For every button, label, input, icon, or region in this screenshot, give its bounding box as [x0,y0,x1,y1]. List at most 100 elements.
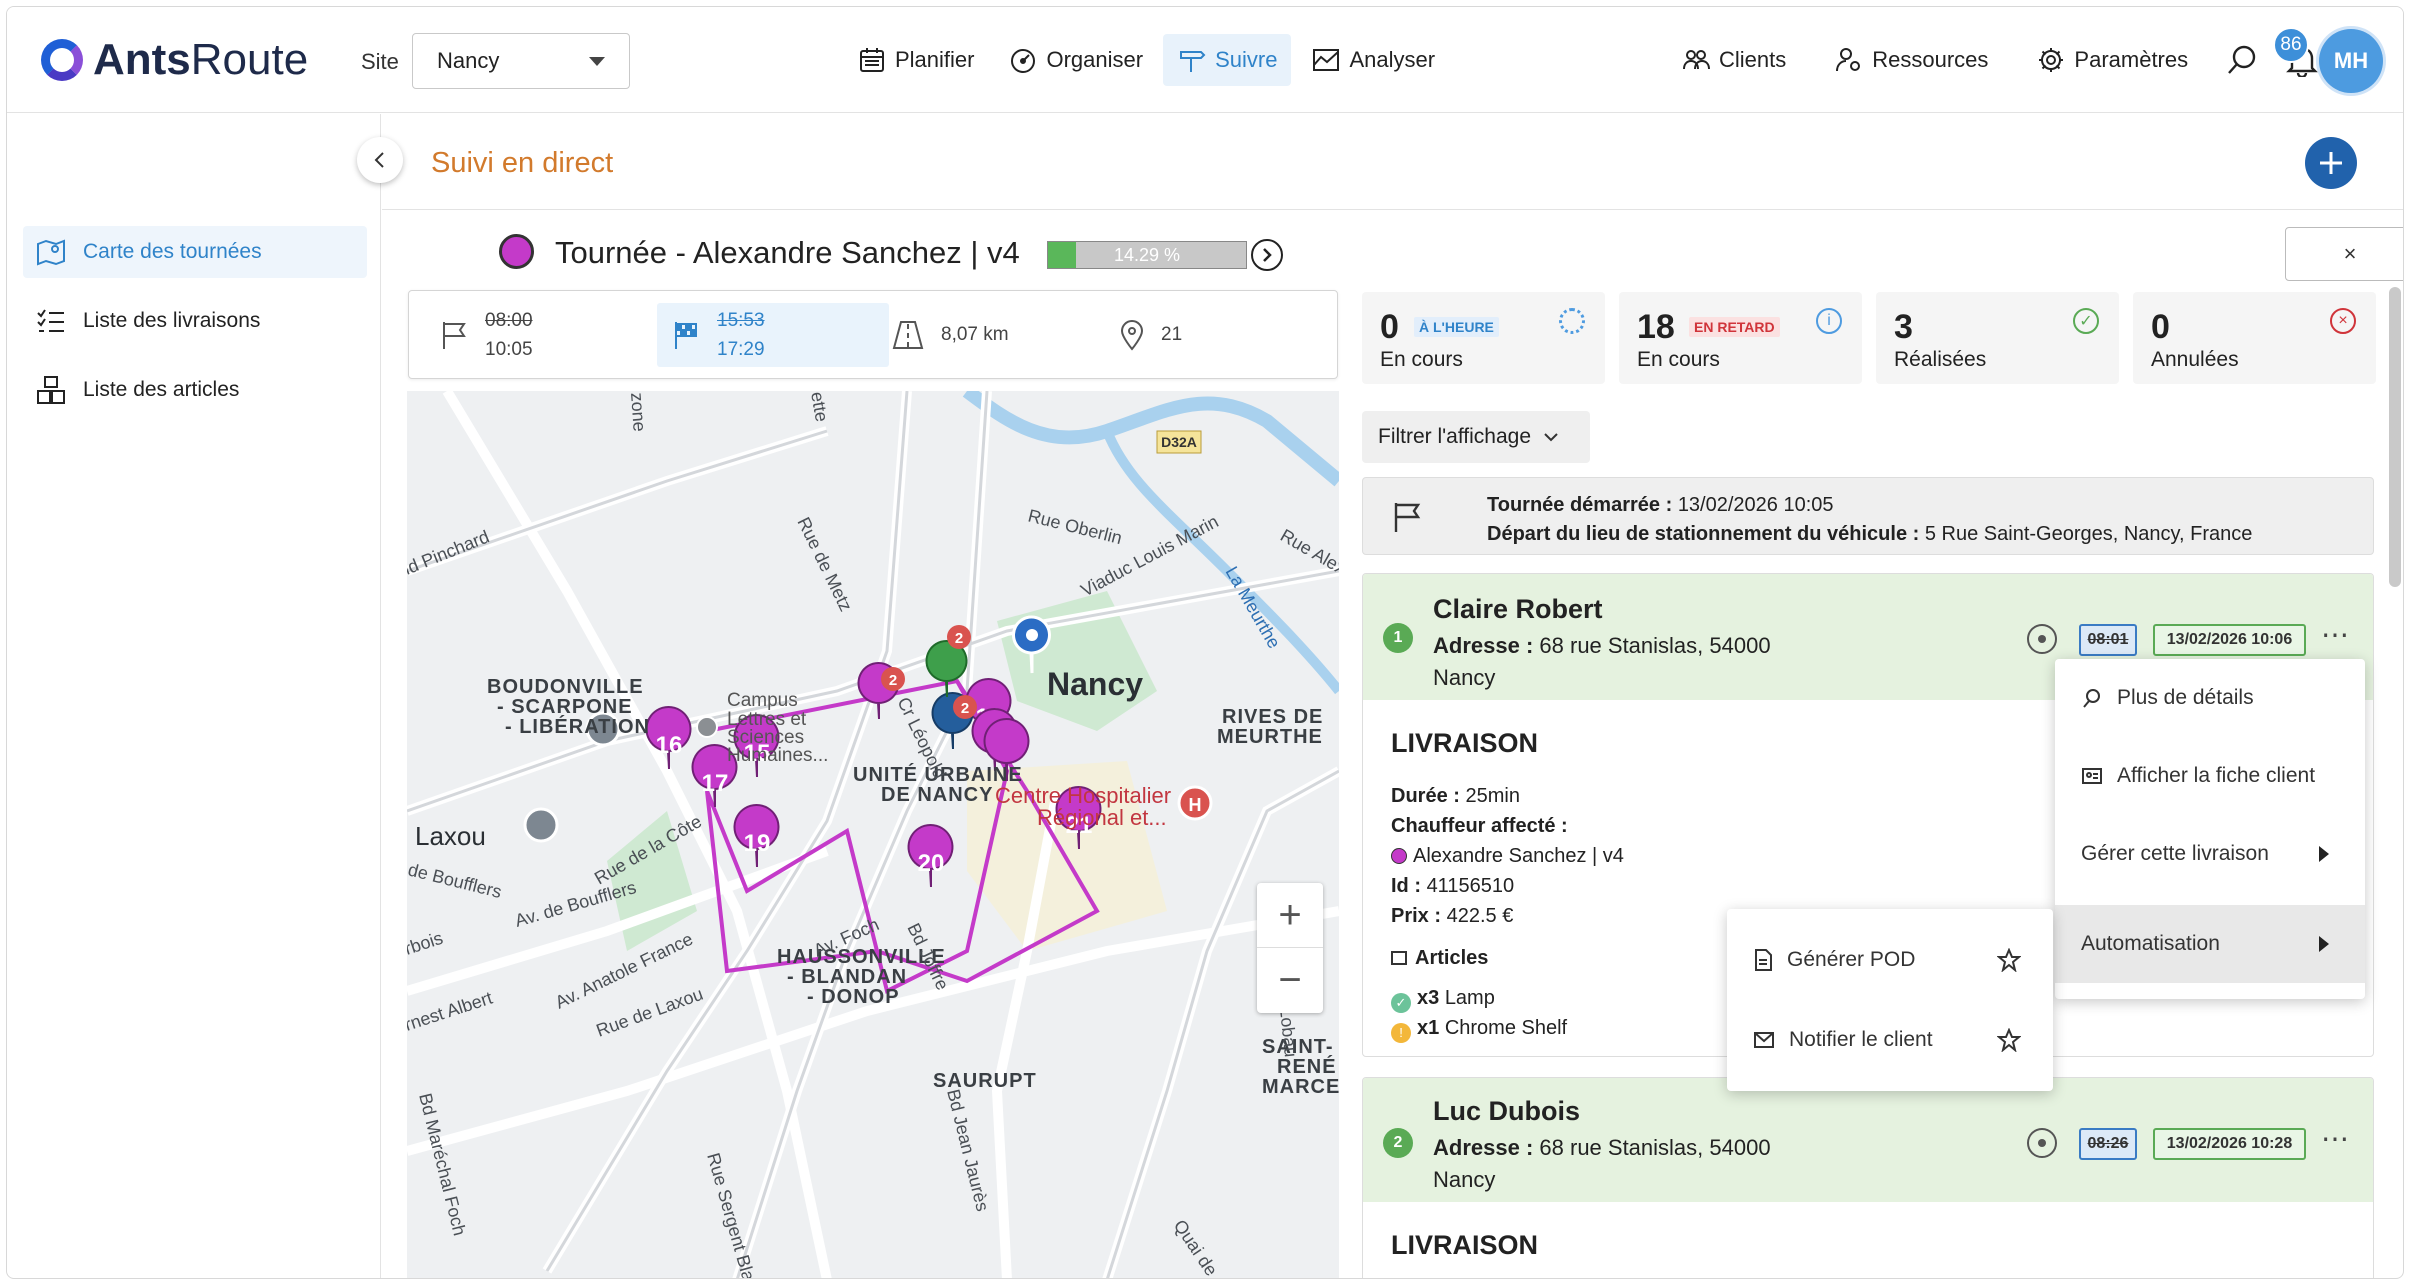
svg-text:20: 20 [918,850,945,877]
svg-text:Humaines...: Humaines... [727,745,828,766]
nav-suivre[interactable]: Suivre [1163,34,1292,86]
nav-ressources[interactable]: Ressources [1820,34,2002,86]
address-label: Adresse : [1433,633,1534,658]
train-station-icon [696,716,718,738]
kpi-tag: EN RETARD [1689,317,1780,337]
map-label-laxou: Laxou [415,821,486,851]
menu-item-plus-de-details[interactable]: Plus de détails [2055,659,2365,737]
tour-summary: 08:00 10:05 15:53 17:29 8,07 km 21 [408,290,1338,379]
filter-display-button[interactable]: Filtrer l'affichage [1362,411,1590,463]
nav-analyser[interactable]: Analyser [1297,34,1449,86]
svg-text:- DONOP: - DONOP [807,986,900,1008]
next-tour-button[interactable] [1251,239,1283,271]
menu-item-automatisation[interactable]: Automatisation [2055,905,2365,983]
chevron-right-icon [1263,248,1272,262]
nav-label: Ressources [1872,47,1989,72]
user-avatar[interactable]: MH [2319,29,2383,93]
sidebar-item-carte-des-tournees[interactable]: Carte des tournées [23,226,367,278]
delivery-index-badge: 1 [1383,623,1413,653]
article-qty: x1 [1417,1017,1440,1039]
nav-organiser[interactable]: Organiser [994,34,1157,86]
nav-clients[interactable]: Clients [1667,34,1800,86]
driver-value: Alexandre Sanchez | v4 [1413,845,1624,867]
svg-text:16: 16 [656,732,683,759]
submenu-item-label: Notifier le client [1789,1028,1933,1051]
map-zoom-control: + − [1257,883,1323,1013]
sidebar-item-liste-des-livraisons[interactable]: Liste des livraisons [23,295,367,347]
map-label-rives-de-meurthe: RIVES DE [1222,706,1323,728]
kpi-value: 3 [1894,308,1913,346]
collapse-sidebar-button[interactable] [357,137,403,183]
driver-label: Chauffeur affecté : [1391,815,1568,837]
search-icon [2228,45,2256,74]
map-label-boudonville: BOUDONVILLE [487,676,644,698]
svg-text:MARCE: MARCE [1262,1076,1339,1098]
zoom-in-button[interactable]: + [1257,883,1323,948]
actual-time-badge: 13/02/2026 10:06 [2153,624,2306,656]
stops-value: 21 [1161,323,1183,345]
page-title: Suivi en direct [431,147,614,179]
duration-value: 25min [1465,785,1520,807]
users-icon [1683,50,1710,70]
signpost-icon [1180,51,1206,72]
add-button[interactable] [2305,137,2357,189]
end-actual-time: 17:29 [717,339,765,360]
menu-item-afficher-fiche-client[interactable]: Afficher la fiche client [2055,737,2365,815]
checklist-icon [37,309,64,332]
close-tour-button[interactable]: × [2285,227,2403,281]
right-panel-scrollbar[interactable] [2389,287,2401,587]
menu-item-gerer-livraison[interactable]: Gérer cette livraison [2055,815,2365,893]
svg-text:17: 17 [702,770,729,797]
svg-text:- LIBÉRATION: - LIBÉRATION [505,715,650,738]
kpi-label: En cours [1637,348,1720,371]
more-options-icon[interactable]: ⋯ [2321,1122,2351,1155]
tour-progress-label: 14.29 % [1113,244,1181,265]
article-qty: x3 [1417,987,1440,1009]
site-select[interactable]: Nancy [412,33,630,89]
delivery-client-name: Luc Dubois [1433,1096,1580,1126]
submenu-item-generer-pod[interactable]: Générer POD [1727,921,2053,999]
nav-label: Organiser [1046,47,1144,72]
delivery-card[interactable]: 2 Luc Dubois Adresse : 68 rue Stanislas,… [1362,1077,2374,1278]
tour-title: Tournée - Alexandre Sanchez | v4 [555,235,1020,270]
nav-label: Clients [1719,47,1787,72]
app-window: AntsRoute Site Nancy Planifier Organiser… [6,6,2404,1279]
svg-text:2: 2 [955,630,963,647]
kpi-value: 18 [1637,308,1675,346]
svg-text:- SCARPONE: - SCARPONE [497,696,633,718]
price-value: 422.5 € [1446,905,1514,927]
address-line2: Nancy [1433,665,1496,690]
nav-planifier[interactable]: Planifier [843,34,988,86]
map-label-nancy: Nancy [1047,666,1143,702]
check-circle-icon: ✓ [2073,308,2099,334]
nav-parametres[interactable]: Paramètres [2022,34,2202,86]
menu-item-label: Automatisation [2081,932,2220,955]
location-pin-icon [1120,319,1144,351]
nav-label: Paramètres [2074,47,2189,72]
gear-icon [2039,48,2064,72]
tour-progress-bar: 14.29 % [1047,241,1247,269]
zoom-out-button[interactable]: − [1257,948,1323,1013]
secondary-nav: Clients Ressources Paramètres [1667,34,2322,86]
route-map[interactable]: 16 15 17 19 20 21 12 2 2 2 H BOUDONVILLE… [407,391,1339,1278]
price-label: Prix : [1391,905,1442,927]
star-icon[interactable] [1997,1028,2021,1052]
search-button[interactable] [2222,40,2262,80]
more-options-icon[interactable]: ⋯ [2321,618,2351,651]
site-select-value: Nancy [437,48,500,73]
submenu-item-notifier-client[interactable]: Notifier le client [1727,1001,2053,1079]
app-logo[interactable]: AntsRoute [41,35,308,85]
info-icon: i [1816,308,1842,334]
kpi-cancelled: 0 Annulées × [2133,292,2376,384]
delivery-index-badge: 2 [1383,1128,1413,1158]
document-icon [1755,949,1772,971]
search-doc-icon [2083,689,2100,708]
star-icon[interactable] [1997,948,2021,972]
delivery-card-body: LIVRAISON [1363,1202,2373,1261]
start-planned-time: 08:00 [485,309,533,331]
map-label-campus: Campus [727,690,798,711]
articles-label: Articles [1415,947,1489,969]
stops-stat: 21 [1119,291,1182,378]
sidebar-item-liste-des-articles[interactable]: Liste des articles [23,364,367,416]
kpi-completed: 3 Réalisées ✓ [1876,292,2119,384]
